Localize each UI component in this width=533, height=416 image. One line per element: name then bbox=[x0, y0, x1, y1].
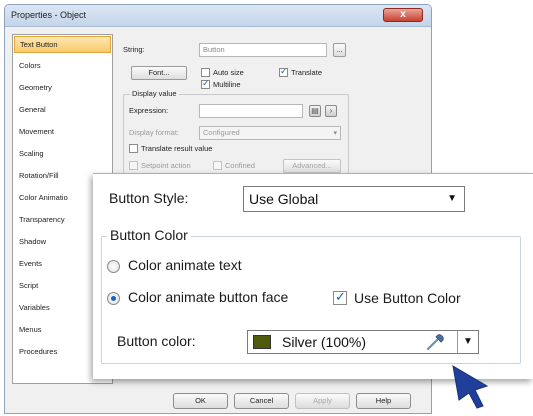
expression-input[interactable] bbox=[199, 104, 303, 118]
font-button[interactable]: Font... bbox=[131, 66, 187, 80]
ok-button[interactable]: OK bbox=[173, 393, 228, 409]
button-style-label: Button Style: bbox=[109, 190, 189, 206]
use-button-color-label: Use Button Color bbox=[354, 290, 461, 306]
advanced-button[interactable]: Advanced... bbox=[283, 159, 341, 173]
sidebar-item-movement[interactable]: Movement bbox=[14, 123, 111, 140]
eyedropper-icon[interactable] bbox=[425, 333, 445, 351]
sidebar-item-colors[interactable]: Colors bbox=[14, 57, 111, 74]
color-swatch bbox=[253, 335, 271, 349]
button-style-value: Use Global bbox=[249, 191, 319, 207]
display-format-select[interactable]: Configured ▾ bbox=[199, 126, 341, 140]
button-style-select[interactable]: Use Global ▼ bbox=[243, 186, 465, 212]
color-animate-text-radio[interactable] bbox=[107, 260, 120, 273]
button-color-dropdown[interactable]: ▼ bbox=[457, 330, 479, 354]
translate-label: Translate bbox=[291, 68, 322, 77]
expression-arrow-icon[interactable]: › bbox=[325, 105, 337, 117]
close-button[interactable]: x bbox=[383, 8, 423, 22]
confined-label: Confined bbox=[225, 161, 256, 170]
sidebar-item-geometry[interactable]: Geometry bbox=[14, 79, 111, 96]
help-button[interactable]: Help bbox=[356, 393, 411, 409]
check-icon: ✓ bbox=[202, 78, 210, 88]
pointer-arrow-icon bbox=[452, 365, 489, 409]
dialog-button-bar: OK Cancel Apply Help bbox=[5, 387, 431, 413]
sidebar-item-general[interactable]: General bbox=[14, 101, 111, 118]
sidebar-item-scaling[interactable]: Scaling bbox=[14, 145, 111, 162]
window-title: Properties - Object bbox=[11, 10, 87, 20]
setpoint-action-label: Setpoint action bbox=[141, 161, 191, 170]
display-format-value: Configured bbox=[203, 128, 240, 137]
use-button-color-checkbox[interactable]: ✓ bbox=[333, 289, 347, 305]
multiline-checkbox[interactable]: ✓ bbox=[201, 78, 210, 89]
check-icon: ✓ bbox=[280, 66, 288, 76]
display-format-label: Display format: bbox=[129, 128, 180, 137]
display-value-title: Display value bbox=[130, 89, 179, 98]
cancel-button[interactable]: Cancel bbox=[234, 393, 289, 409]
translate-result-label: Translate result value bbox=[141, 144, 213, 153]
multiline-label: Multiline bbox=[213, 80, 241, 89]
button-color-value: Silver (100%) bbox=[282, 334, 367, 350]
check-icon: ✓ bbox=[335, 289, 346, 304]
expression-browser-icon[interactable]: ▤ bbox=[309, 105, 321, 117]
radio-selected-dot bbox=[111, 296, 116, 301]
zoom-callout: Button Style: Use Global ▼ Button Color … bbox=[93, 173, 533, 409]
confined-checkbox[interactable] bbox=[213, 161, 222, 170]
color-animate-face-radio[interactable] bbox=[107, 292, 120, 305]
translate-result-checkbox[interactable] bbox=[129, 144, 138, 153]
button-color-picker[interactable]: Silver (100%) bbox=[247, 330, 479, 354]
auto-size-label: Auto size bbox=[213, 68, 244, 77]
sidebar-item-text-button[interactable]: Text Button bbox=[14, 36, 111, 53]
button-color-label: Button color: bbox=[117, 333, 196, 349]
translate-checkbox[interactable]: ✓ bbox=[279, 66, 288, 77]
string-label: String: bbox=[123, 45, 145, 54]
expression-label: Expression: bbox=[129, 106, 169, 115]
color-animate-text-label: Color animate text bbox=[128, 257, 242, 273]
title-bar: Properties - Object x bbox=[5, 5, 431, 27]
string-input[interactable]: Button bbox=[199, 43, 327, 57]
auto-size-checkbox[interactable] bbox=[201, 68, 210, 77]
button-color-group-title: Button Color bbox=[107, 227, 191, 243]
chevron-down-icon: ▾ bbox=[333, 130, 337, 137]
chevron-down-icon: ▼ bbox=[447, 193, 457, 204]
setpoint-action-checkbox[interactable] bbox=[129, 161, 138, 170]
string-browse-button[interactable]: ... bbox=[333, 43, 346, 57]
color-animate-face-label: Color animate button face bbox=[128, 289, 289, 305]
apply-button[interactable]: Apply bbox=[295, 393, 350, 409]
